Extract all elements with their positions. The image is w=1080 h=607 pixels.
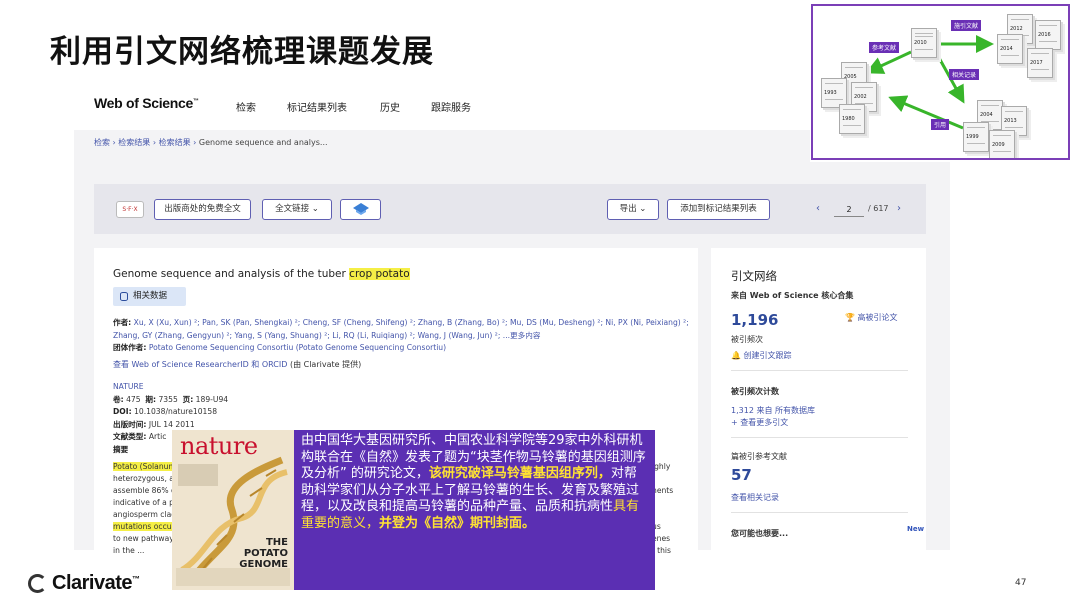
journal-link[interactable]: NATURE bbox=[113, 381, 228, 394]
paper-node: 2014 bbox=[997, 34, 1023, 64]
tag-refs: 参考文献 bbox=[869, 42, 900, 53]
paper-node: 2009 bbox=[989, 130, 1015, 158]
nav-history[interactable]: 历史 bbox=[380, 99, 400, 114]
breadcrumb-results-2[interactable]: 检索结果 bbox=[159, 138, 191, 147]
paper-node: 2016 bbox=[1035, 20, 1061, 50]
chevron-down-icon: ⌄ bbox=[311, 204, 319, 214]
wos-logo[interactable]: Web of Science™ bbox=[94, 95, 199, 111]
page-input[interactable]: 2 bbox=[834, 202, 864, 217]
fulltext-links-button[interactable]: 全文链接 ⌄ bbox=[262, 199, 332, 220]
paper-node: 1980 bbox=[839, 104, 865, 134]
divider bbox=[731, 437, 908, 438]
authors: 作者: Xu, X (Xu, Xun) ²; Pan, SK (Pan, She… bbox=[113, 318, 689, 352]
publons-button[interactable] bbox=[340, 199, 381, 220]
cover-masthead: nature bbox=[180, 432, 258, 460]
researcher-id-link[interactable]: 查看 Web of Science ResearcherID 和 ORCID bbox=[113, 360, 287, 369]
related-data-chip[interactable]: 相关数据 bbox=[113, 287, 186, 306]
refs-count[interactable]: 57 bbox=[731, 466, 752, 484]
breadcrumb: 检索 › 检索结果 › 检索结果 › Genome sequence and a… bbox=[94, 138, 328, 147]
panel-title: 引文网络 bbox=[731, 269, 777, 283]
breadcrumb-search[interactable]: 检索 bbox=[94, 138, 110, 147]
chevron-down-icon: ⌄ bbox=[639, 204, 647, 214]
authors-line-1[interactable]: Xu, X (Xu, Xun) ²; Pan, SK (Pan, Shengka… bbox=[134, 318, 689, 327]
slide: { "slide": {"title": "利用引文网络梳理课题发展", "pa… bbox=[0, 0, 1080, 607]
nav-search[interactable]: 检索 bbox=[236, 99, 256, 114]
record-toolbar: S·F·X 出版商处的免费全文 全文链接 ⌄ 导出 ⌄ 添加到标记结果列表 ‹ … bbox=[94, 184, 926, 234]
wos-header: Web of Science™ 检索 标记结果列表 历史 跟踪服务 bbox=[94, 93, 744, 119]
more-citations-link[interactable]: + 查看更多引文 bbox=[731, 417, 788, 428]
panel-source: 来自 Web of Science 核心合集 bbox=[731, 291, 854, 300]
breadcrumb-current: Genome sequence and analys... bbox=[198, 138, 328, 147]
abstract-text-right: ighly nents us enes f this bbox=[652, 462, 674, 555]
new-badge: New bbox=[907, 525, 925, 533]
highly-cited-badge[interactable]: 🏆 高被引论文 bbox=[845, 312, 898, 323]
next-page-icon[interactable]: › bbox=[897, 203, 901, 214]
group-author[interactable]: Potato Genome Sequencing Consortiu (Pota… bbox=[149, 343, 446, 352]
export-button[interactable]: 导出 ⌄ bbox=[607, 199, 659, 220]
abstract-text: Potato (Solanum heterozygous, a assemble… bbox=[113, 462, 177, 555]
view-related-link[interactable]: 查看相关记录 bbox=[731, 492, 779, 503]
sfx-button[interactable]: S·F·X bbox=[116, 201, 144, 218]
researcher-id-row: 查看 Web of Science ResearcherID 和 ORCID (… bbox=[113, 360, 362, 369]
annotation-box: 由中国华大基因研究所、中国农业科学院等29家中外科研机构联合在《自然》发表了题为… bbox=[294, 430, 655, 590]
paper-node: 2017 bbox=[1027, 48, 1053, 78]
tag-related: 相关记录 bbox=[949, 69, 980, 80]
refs-title: 篇被引参考文献 bbox=[731, 452, 787, 461]
divider bbox=[731, 512, 908, 513]
times-cited-count[interactable]: 1,196 bbox=[731, 311, 778, 329]
article-title: Genome sequence and analysis of the tube… bbox=[113, 268, 410, 280]
paper-node: 2010 bbox=[911, 28, 937, 58]
nature-cover-image: nature THE POTATO GENOME bbox=[172, 430, 294, 590]
paper-node: 1999 bbox=[963, 122, 989, 152]
trophy-icon: 🏆 bbox=[845, 313, 855, 322]
prev-page-icon[interactable]: ‹ bbox=[816, 203, 820, 214]
create-alert-link[interactable]: 🔔 创建引文跟踪 bbox=[731, 350, 792, 361]
slide-title: 利用引文网络梳理课题发展 bbox=[50, 34, 434, 70]
authors-line-2[interactable]: Zhang, GY (Zhang, Gengyun) ²; Yang, S (Y… bbox=[113, 331, 540, 340]
publons-icon bbox=[352, 203, 369, 215]
database-icon bbox=[120, 292, 128, 301]
clarivate-logo: Clarivate™ bbox=[52, 572, 140, 594]
nav-alerts[interactable]: 跟踪服务 bbox=[431, 99, 471, 114]
citation-network-panel: 引文网络 来自 Web of Science 核心合集 1,196 被引频次 🏆… bbox=[711, 248, 926, 550]
tag-citation: 引用 bbox=[931, 119, 950, 130]
tag-cited: 施引文献 bbox=[951, 20, 982, 31]
citation-network-diagram: 施引文献 参考文献 相关记录 引用 2010 2012 2016 2014 20… bbox=[811, 4, 1070, 160]
nav-marked-list[interactable]: 标记结果列表 bbox=[287, 99, 347, 114]
may-also-like: 您可能也想要... bbox=[731, 529, 789, 538]
breadcrumb-results[interactable]: 检索结果 bbox=[118, 138, 150, 147]
page-total: / 617 bbox=[868, 204, 889, 213]
bell-icon: 🔔 bbox=[731, 351, 741, 360]
plus-icon: + bbox=[731, 418, 738, 427]
clarivate-logo-icon bbox=[28, 574, 47, 593]
all-db-link[interactable]: 1,312 来自 所有数据库 bbox=[731, 405, 815, 416]
free-fulltext-button[interactable]: 出版商处的免费全文 bbox=[154, 199, 251, 220]
page-number: 47 bbox=[1015, 578, 1027, 588]
times-cited-label: 被引频次 bbox=[731, 335, 763, 344]
cover-title: THE POTATO GENOME bbox=[239, 537, 288, 570]
cited-count-title: 被引频次计数 bbox=[731, 387, 779, 396]
divider bbox=[731, 370, 908, 371]
add-to-marked-button[interactable]: 添加到标记结果列表 bbox=[667, 199, 770, 220]
